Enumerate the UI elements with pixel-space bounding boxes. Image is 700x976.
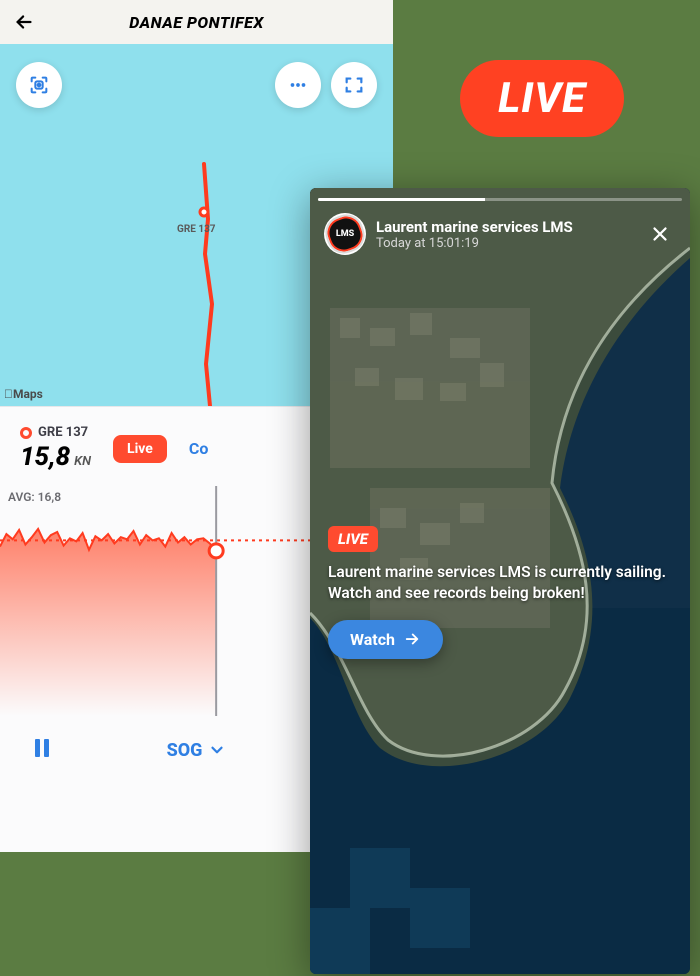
pause-button[interactable]: [30, 735, 54, 765]
org-avatar[interactable]: LMS: [324, 213, 366, 255]
story-live-chip: LIVE: [328, 526, 378, 552]
scan-icon: [28, 74, 50, 96]
more-button[interactable]: [275, 62, 321, 108]
watch-button-label: Watch: [350, 630, 395, 649]
page-title: DANAE PONTIFEX: [129, 13, 264, 32]
map-attribution: Maps: [4, 387, 43, 401]
story-cta-block: LIVE Laurent marine services LMS is curr…: [310, 526, 690, 659]
app-header: DANAE PONTIFEX: [0, 0, 393, 44]
org-name: Laurent marine services LMS: [376, 218, 634, 236]
live-pill: LIVE: [460, 60, 624, 137]
avg-label: AVG: 16,8: [8, 490, 61, 504]
story-screen: LMS Laurent marine services LMS Today at…: [310, 188, 690, 974]
stat-label: GRE 137: [38, 425, 88, 440]
arrow-right-icon: [403, 630, 421, 648]
story-cta-text: Laurent marine services LMS is currently…: [328, 562, 672, 604]
next-metric-peek[interactable]: Co: [189, 439, 209, 458]
scan-button[interactable]: [16, 62, 62, 108]
chevron-down-icon: [208, 741, 226, 759]
org-avatar-text: LMS: [329, 218, 361, 250]
stat-unit: KN: [74, 454, 91, 469]
stat-value: 15,8: [20, 442, 70, 472]
pause-icon: [30, 735, 54, 761]
fullscreen-icon: [343, 74, 365, 96]
close-icon: [649, 223, 671, 245]
back-arrow-icon: [13, 11, 35, 33]
stat-marker-icon: [20, 427, 32, 439]
metric-selector-label: SOG: [167, 740, 203, 761]
back-button[interactable]: [10, 8, 38, 36]
close-button[interactable]: [644, 218, 676, 250]
watch-button[interactable]: Watch: [328, 620, 443, 659]
map-boat-label: GRE 137: [177, 224, 216, 235]
more-icon: [287, 74, 309, 96]
fullscreen-button[interactable]: [331, 62, 377, 108]
metric-selector[interactable]: SOG: [167, 740, 227, 761]
primary-stat[interactable]: GRE 137 15,8 KN: [20, 425, 91, 472]
live-badge[interactable]: Live: [113, 435, 167, 463]
story-header: LMS Laurent marine services LMS Today at…: [310, 201, 690, 255]
story-timestamp: Today at 15:01:19: [376, 236, 634, 251]
